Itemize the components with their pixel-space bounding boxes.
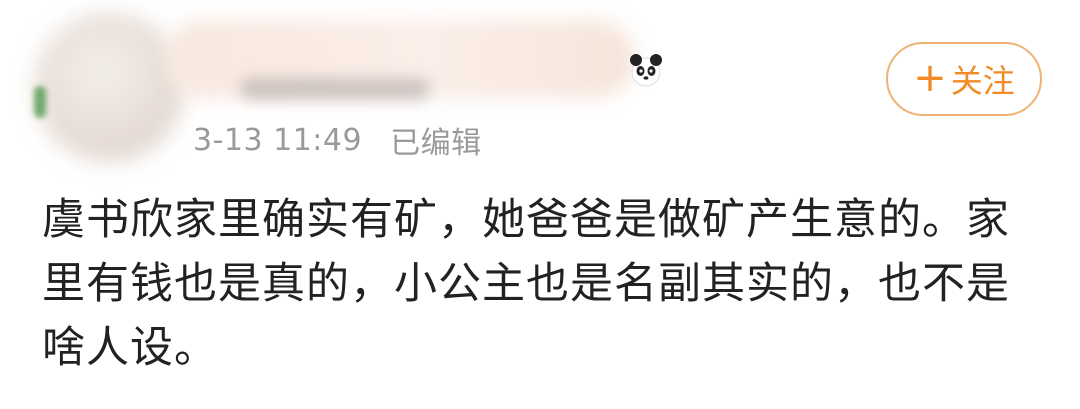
- plus-icon: +: [913, 55, 947, 101]
- username-redacted-secondary: [240, 78, 430, 100]
- follow-button-label: 关注: [950, 62, 1015, 100]
- post-meta: 3-13 11:49 已编辑: [193, 120, 482, 162]
- avatar[interactable]: [34, 12, 184, 162]
- avatar-status-dot: [34, 86, 46, 118]
- panda-icon: [630, 54, 662, 87]
- post-timestamp: 3-13 11:49: [193, 122, 363, 158]
- follow-button[interactable]: + 关注: [886, 42, 1042, 116]
- edited-label: 已编辑: [390, 126, 482, 161]
- post-body-text: 虞书欣家里确实有矿，她爸爸是做矿产生意的。家里有钱也是真的，小公主也是名副其实的…: [42, 195, 1010, 373]
- post-header: 3-13 11:49 已编辑 + 关注: [0, 0, 1080, 175]
